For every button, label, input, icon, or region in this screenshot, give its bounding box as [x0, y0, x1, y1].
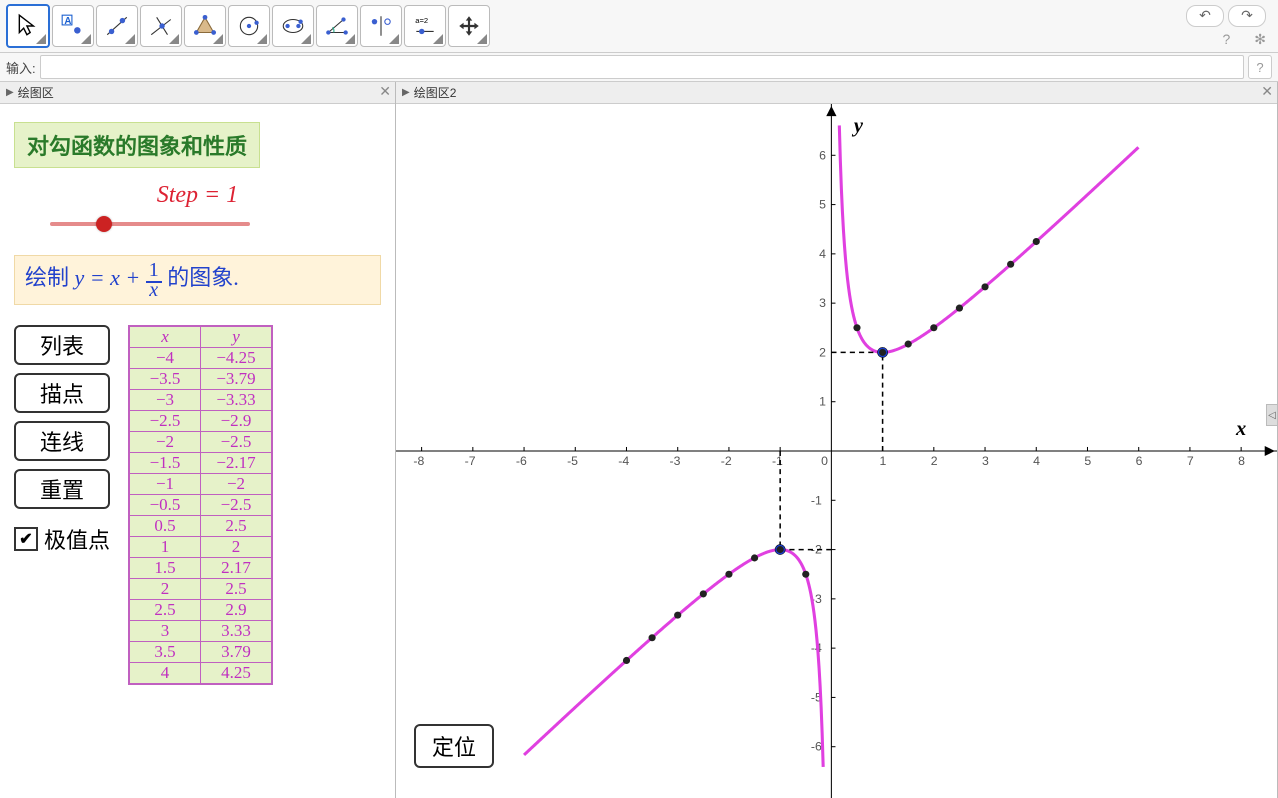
- table-row: −4−4.25: [130, 348, 272, 369]
- formula-box: 绘制 y = x + 1x 的图象.: [14, 255, 381, 305]
- table-row: 44.25: [130, 663, 272, 684]
- table-row: 1.52.17: [130, 558, 272, 579]
- svg-text:a=2: a=2: [415, 16, 428, 25]
- input-bar: 输入: ?: [0, 53, 1278, 82]
- angle-tool[interactable]: [316, 5, 358, 47]
- th-y: y: [201, 327, 272, 348]
- svg-text:1: 1: [819, 395, 826, 409]
- svg-text:-7: -7: [465, 454, 476, 468]
- table-row: 0.52.5: [130, 516, 272, 537]
- step-label: Step = 1: [14, 182, 381, 209]
- svg-text:8: 8: [1238, 454, 1245, 468]
- th-x: x: [130, 327, 201, 348]
- table-row: −3.5−3.79: [130, 369, 272, 390]
- main-toolbar: A a=2: [0, 0, 1278, 53]
- right-panel-close-icon[interactable]: ✕: [1261, 83, 1273, 100]
- svg-text:7: 7: [1187, 454, 1194, 468]
- connect-button[interactable]: 连线: [14, 421, 110, 461]
- left-panel-title: 绘图区: [18, 84, 54, 101]
- slider-tool[interactable]: a=2: [404, 5, 446, 47]
- plot-area[interactable]: yx-8-7-6-5-4-3-2-1012345678-6-5-4-3-2-11…: [396, 104, 1277, 798]
- table-row: 33.33: [130, 621, 272, 642]
- locate-button[interactable]: 定位: [414, 724, 494, 768]
- svg-text:-3: -3: [670, 454, 681, 468]
- extreme-checkbox-label: 极值点: [44, 523, 110, 555]
- svg-text:3: 3: [982, 454, 989, 468]
- svg-text:-4: -4: [618, 454, 629, 468]
- command-input[interactable]: [40, 55, 1244, 79]
- points-button[interactable]: 描点: [14, 373, 110, 413]
- right-panel: ▶ 绘图区2 ✕ yx-8-7-6-5-4-3-2-1012345678-6-5…: [396, 82, 1278, 798]
- collapse-arrow-icon: ▶: [6, 87, 14, 98]
- svg-text:-5: -5: [567, 454, 578, 468]
- table-row: −1−2: [130, 474, 272, 495]
- redo-button[interactable]: ↷: [1228, 5, 1266, 27]
- svg-text:5: 5: [819, 198, 826, 212]
- perpendicular-tool[interactable]: [140, 5, 182, 47]
- table-row: 3.53.79: [130, 642, 272, 663]
- svg-text:x: x: [1235, 418, 1246, 440]
- svg-text:5: 5: [1084, 454, 1091, 468]
- table-row: 22.5: [130, 579, 272, 600]
- input-label: 输入:: [6, 58, 36, 77]
- left-panel-close-icon[interactable]: ✕: [379, 83, 391, 100]
- svg-text:4: 4: [1033, 454, 1040, 468]
- step-slider[interactable]: [50, 217, 250, 231]
- point-tool[interactable]: A: [52, 5, 94, 47]
- extreme-checkbox[interactable]: ✔ 极值点: [14, 523, 110, 555]
- ellipse-tool[interactable]: [272, 5, 314, 47]
- move-tool[interactable]: [6, 4, 50, 48]
- table-row: −2.5−2.9: [130, 411, 272, 432]
- list-button[interactable]: 列表: [14, 325, 110, 365]
- svg-text:y: y: [851, 115, 864, 137]
- undo-button[interactable]: ↶: [1186, 5, 1224, 27]
- svg-text:-6: -6: [516, 454, 527, 468]
- table-row: −2−2.5: [130, 432, 272, 453]
- table-row: −1.5−2.17: [130, 453, 272, 474]
- svg-text:6: 6: [819, 148, 826, 162]
- move-view-tool[interactable]: [448, 5, 490, 47]
- svg-text:1: 1: [880, 454, 887, 468]
- lesson-heading: 对勾函数的图象和性质: [14, 122, 260, 168]
- svg-text:-2: -2: [721, 454, 732, 468]
- reset-button[interactable]: 重置: [14, 469, 110, 509]
- svg-text:-1: -1: [772, 454, 783, 468]
- checkbox-icon: ✔: [14, 527, 38, 551]
- polygon-tool[interactable]: [184, 5, 226, 47]
- circle-tool[interactable]: [228, 5, 270, 47]
- svg-text:6: 6: [1136, 454, 1143, 468]
- left-panel: ▶ 绘图区 ✕ 对勾函数的图象和性质 Step = 1 绘制 y = x + 1…: [0, 82, 396, 798]
- table-row: 2.52.9: [130, 600, 272, 621]
- right-panel-header[interactable]: ▶ 绘图区2 ✕: [396, 82, 1277, 104]
- table-row: 12: [130, 537, 272, 558]
- data-table: xy −4−4.25−3.5−3.79−3−3.33−2.5−2.9−2−2.5…: [128, 325, 273, 685]
- svg-text:3: 3: [819, 296, 826, 310]
- table-row: −0.5−2.5: [130, 495, 272, 516]
- input-help-icon[interactable]: ?: [1248, 55, 1272, 79]
- table-row: −3−3.33: [130, 390, 272, 411]
- svg-text:-8: -8: [413, 454, 424, 468]
- slider-thumb[interactable]: [96, 216, 112, 232]
- menu-icon[interactable]: ✻: [1254, 31, 1266, 48]
- line-tool[interactable]: [96, 5, 138, 47]
- svg-text:-1: -1: [811, 493, 822, 507]
- svg-text:0: 0: [821, 454, 828, 468]
- svg-text:2: 2: [931, 454, 938, 468]
- help-icon[interactable]: ?: [1222, 31, 1230, 48]
- side-handle[interactable]: ◁: [1266, 404, 1277, 426]
- left-panel-header[interactable]: ▶ 绘图区 ✕: [0, 82, 395, 104]
- svg-text:A: A: [64, 16, 71, 27]
- svg-text:-6: -6: [811, 740, 822, 754]
- collapse-arrow-icon: ▶: [402, 87, 410, 98]
- right-panel-title: 绘图区2: [414, 84, 457, 101]
- svg-text:2: 2: [819, 346, 826, 360]
- svg-text:4: 4: [819, 247, 826, 261]
- reflect-tool[interactable]: [360, 5, 402, 47]
